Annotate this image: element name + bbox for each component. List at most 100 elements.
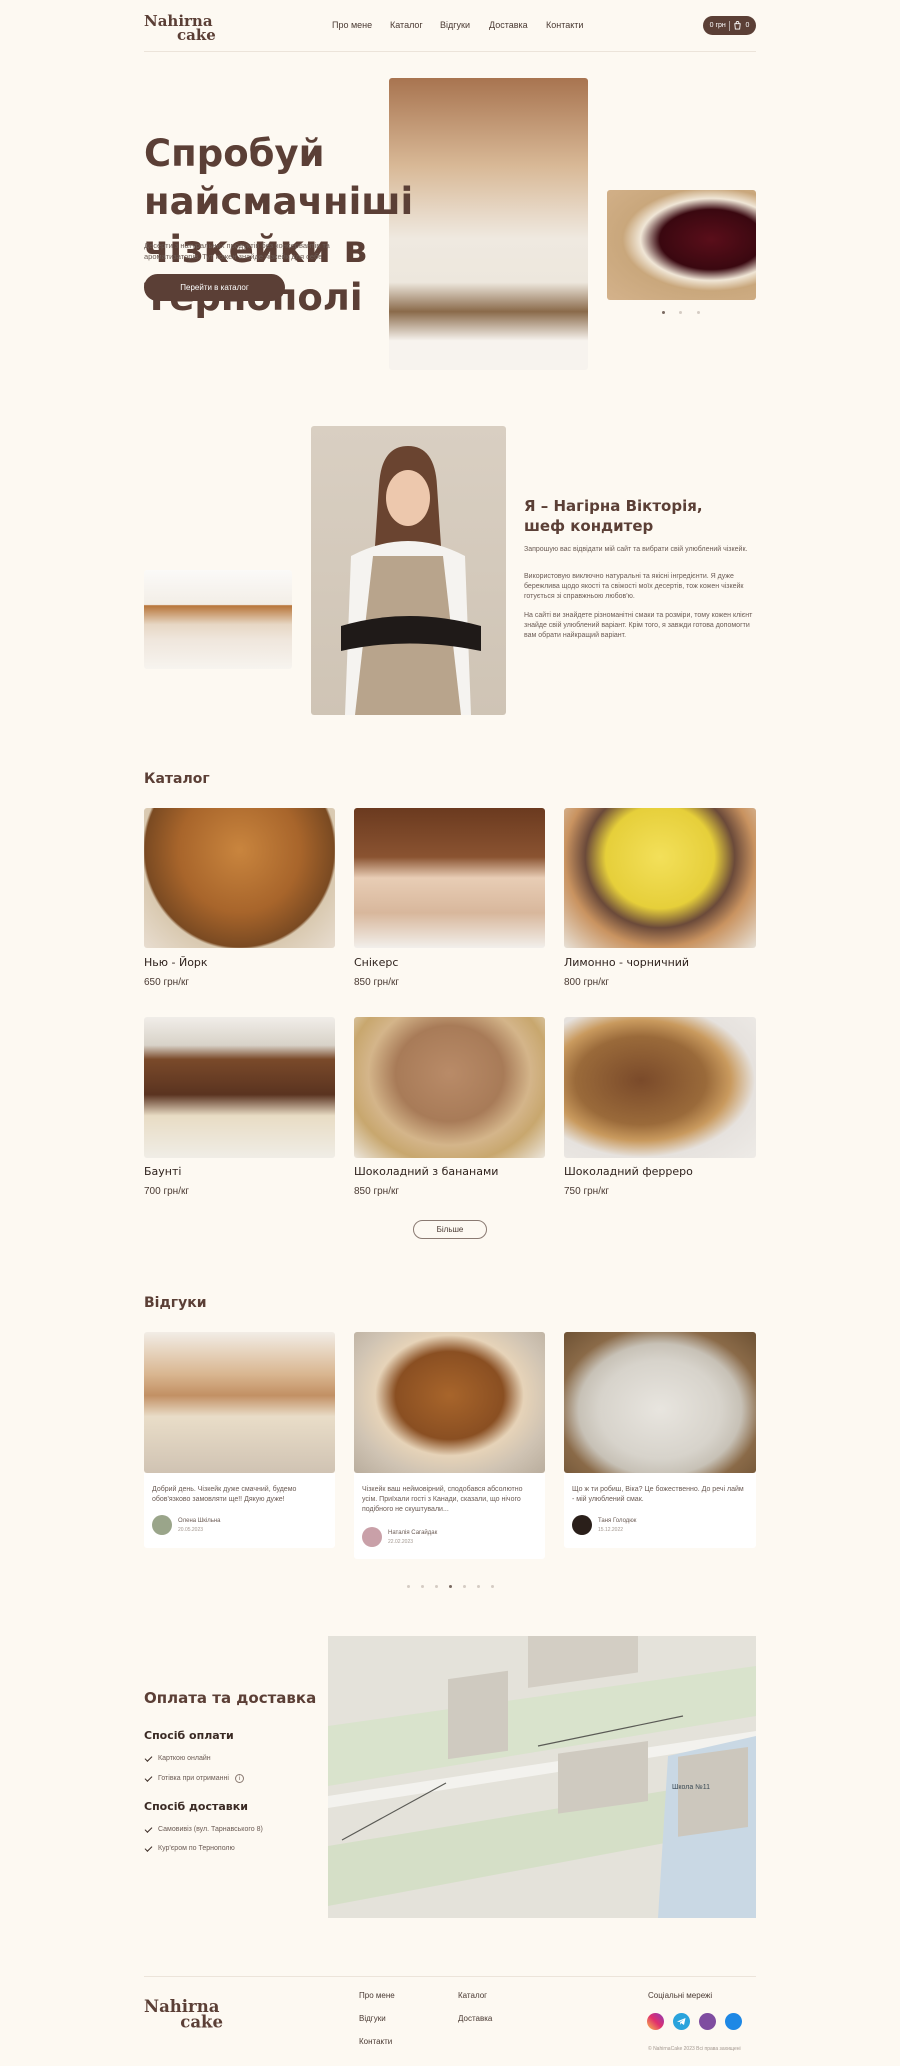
reviewer-name: Таня Голодюк xyxy=(598,1518,637,1524)
footer-divider xyxy=(144,1976,756,1977)
messenger-icon[interactable] xyxy=(725,2013,742,2030)
review-date: 20.05.2023 xyxy=(178,1527,204,1533)
footer-link-reviews[interactable]: Відгуки xyxy=(359,2014,386,2023)
nav-about[interactable]: Про мене xyxy=(332,20,372,30)
chef-illustration xyxy=(341,446,481,715)
product-name[interactable]: Шоколадний ферреро xyxy=(564,1165,693,1178)
shipping-title: Спосіб доставки xyxy=(144,1800,248,1813)
product-image-lemon-blueberry[interactable] xyxy=(564,808,756,948)
footer-link-contacts[interactable]: Контакти xyxy=(359,2037,392,2046)
telegram-plane-glyph xyxy=(677,2018,686,2025)
reviewer-name: Олена Шкільна xyxy=(178,1518,221,1524)
logo-line2: cake xyxy=(177,26,216,44)
footer-logo[interactable]: Nahirna cake xyxy=(144,1998,223,2032)
cart-price: 0 грн xyxy=(709,22,726,29)
slider-dot[interactable] xyxy=(449,1585,452,1588)
slider-dot[interactable] xyxy=(491,1585,494,1588)
review-date: 15.12.2022 xyxy=(598,1527,624,1533)
go-to-catalog-button[interactable]: Перейти в каталог xyxy=(144,274,285,301)
delivery-map[interactable]: Школа №11 xyxy=(328,1636,756,1918)
product-name[interactable]: Снікерс xyxy=(354,956,398,969)
about-paragraph-1: Запрошую вас відвідати мій сайт та вибра… xyxy=(524,546,748,553)
review-image xyxy=(564,1332,756,1473)
product-image-chocolate-ferrero[interactable] xyxy=(564,1017,756,1158)
telegram-icon[interactable] xyxy=(673,2013,690,2030)
product-price: 850 грн/кг xyxy=(354,977,399,988)
review-card: Що ж ти робиш, Віка? Це божественно. До … xyxy=(564,1473,756,1548)
copyright: © NahirnaCake 2023 Всі права захищені xyxy=(648,2046,741,2052)
product-price: 850 грн/кг xyxy=(354,1186,399,1197)
hero-subtitle: Десерти з натуральних продуктів без конс… xyxy=(144,241,330,261)
footer-link-catalog[interactable]: Каталог xyxy=(458,1991,487,2000)
product-price: 700 грн/кг xyxy=(144,1186,189,1197)
more-button[interactable]: Більше xyxy=(413,1220,487,1239)
cart-count: 0 xyxy=(745,22,750,29)
review-text: Добрий день. Чізкейк дуже смачний, будем… xyxy=(152,1486,297,1503)
shipping-option-courier: Кур'єром по Тернополю xyxy=(144,1843,235,1852)
nav-reviews[interactable]: Відгуки xyxy=(440,20,470,30)
product-price: 800 грн/кг xyxy=(564,977,609,988)
product-image-snickers[interactable] xyxy=(354,808,545,948)
slider-dot[interactable] xyxy=(463,1585,466,1588)
info-icon[interactable]: i xyxy=(234,1774,244,1783)
footer-link-delivery[interactable]: Доставка xyxy=(458,2014,492,2023)
product-image-bounty[interactable] xyxy=(144,1017,335,1158)
payment-option-label: Карткою онлайн xyxy=(158,1755,211,1762)
slider-dot[interactable] xyxy=(421,1585,424,1588)
review-image xyxy=(354,1332,545,1473)
shipping-option-label: Кур'єром по Тернополю xyxy=(158,1845,235,1852)
reviews-title: Відгуки xyxy=(144,1295,207,1311)
slider-dot[interactable] xyxy=(662,311,665,314)
hero-side-cake-image xyxy=(607,190,756,300)
payment-title: Спосіб оплати xyxy=(144,1729,234,1742)
product-price: 650 грн/кг xyxy=(144,977,189,988)
cart-bag-icon xyxy=(734,21,741,30)
payment-option-cash: Готівка при отриманні i xyxy=(144,1773,244,1783)
avatar xyxy=(572,1515,592,1535)
product-name[interactable]: Баунті xyxy=(144,1165,181,1178)
about-title: Я – Нагірна Вікторія, шеф кондитер xyxy=(524,497,703,535)
check-icon xyxy=(144,1843,153,1852)
cart-button[interactable]: 0 грн 0 xyxy=(703,16,756,35)
check-icon xyxy=(144,1753,153,1762)
slider-dot[interactable] xyxy=(477,1585,480,1588)
product-image-new-york[interactable] xyxy=(144,808,335,948)
viber-icon[interactable] xyxy=(699,2013,716,2030)
payment-option-card: Карткою онлайн xyxy=(144,1753,211,1762)
slider-dot[interactable] xyxy=(697,311,700,314)
logo[interactable]: Nahirna cake xyxy=(144,14,216,44)
nav-contacts[interactable]: Контакти xyxy=(546,20,583,30)
product-name[interactable]: Шоколадний з бананами xyxy=(354,1165,498,1178)
about-paragraph-3: На сайті ви знайдете різноманітні смаки … xyxy=(524,612,753,639)
shipping-option-label: Самовивіз (вул. Тарнавського 8) xyxy=(158,1826,263,1833)
review-date: 22.02.2023 xyxy=(388,1539,414,1545)
product-image-chocolate-banana[interactable] xyxy=(354,1017,545,1158)
avatar xyxy=(152,1515,172,1535)
about-cake-image xyxy=(144,570,292,669)
check-icon xyxy=(144,1773,153,1782)
social-title: Соціальні мережі xyxy=(648,1991,713,2000)
payment-option-label: Готівка при отриманні xyxy=(158,1775,229,1782)
about-paragraph-2: Використовую виключно натуральні та якіс… xyxy=(524,573,744,600)
product-name[interactable]: Лимонно - чорничний xyxy=(564,956,689,969)
check-icon xyxy=(144,1824,153,1833)
catalog-title: Каталог xyxy=(144,771,210,787)
instagram-icon[interactable] xyxy=(647,2013,664,2030)
delivery-title: Оплата та доставка xyxy=(144,1689,317,1707)
nav-delivery[interactable]: Доставка xyxy=(489,20,528,30)
reviewer-name: Наталія Сагайдак xyxy=(388,1530,438,1536)
map-school-label: Школа №11 xyxy=(672,1784,710,1791)
review-image xyxy=(144,1332,335,1473)
avatar xyxy=(362,1527,382,1547)
product-price: 750 грн/кг xyxy=(564,1186,609,1197)
review-card: Добрий день. Чізкейк дуже смачний, будем… xyxy=(144,1473,335,1548)
nav-catalog[interactable]: Каталог xyxy=(390,20,423,30)
footer-link-about[interactable]: Про мене xyxy=(359,1991,395,2000)
slider-dot[interactable] xyxy=(435,1585,438,1588)
product-name[interactable]: Нью - Йорк xyxy=(144,956,208,969)
slider-dot[interactable] xyxy=(407,1585,410,1588)
review-text: Чізкейк ваш неймовірний, сподобався абсо… xyxy=(362,1486,523,1513)
slider-dot[interactable] xyxy=(679,311,682,314)
map-illustration xyxy=(328,1636,756,1918)
logo-line2: cake xyxy=(180,2012,223,2032)
